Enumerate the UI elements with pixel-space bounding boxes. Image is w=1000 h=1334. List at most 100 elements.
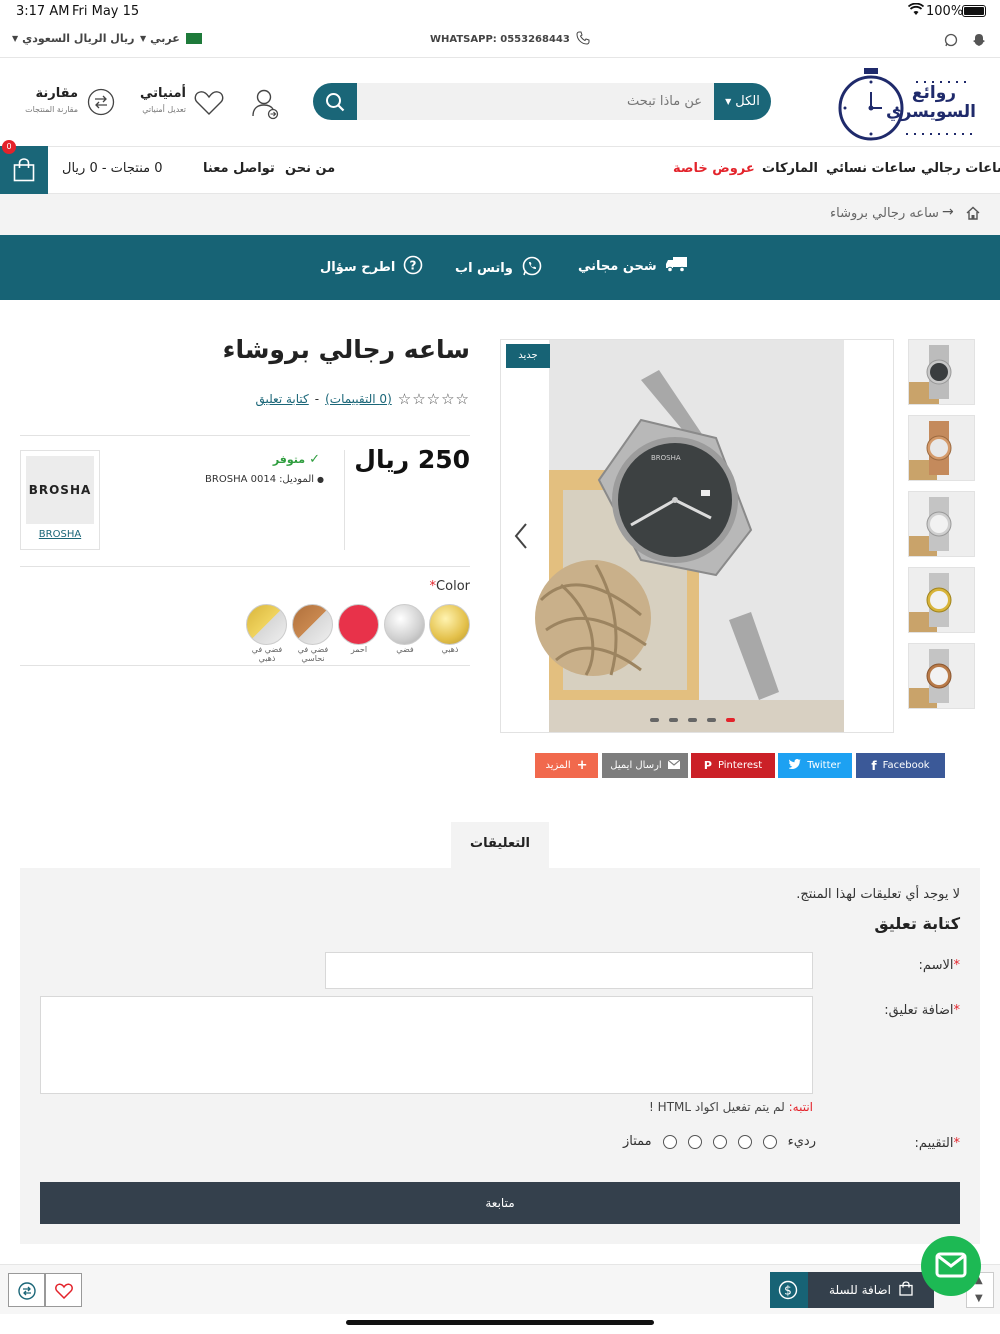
image-dots [650,718,735,722]
whatsapp-icon[interactable] [944,33,958,50]
add-to-cart-button[interactable]: $ اضافة للسلة [770,1272,934,1308]
reviews-count-link[interactable]: (0 التقييمات) [325,392,392,406]
add-to-wishlist-button[interactable] [45,1273,82,1307]
stock-label: متوفر [272,453,306,466]
rating-radio[interactable] [762,1134,777,1149]
comment-label-row: *اضافة تعليق: [820,1003,960,1018]
name-label-row: *الاسم: [860,958,960,973]
image-dot[interactable] [707,718,716,722]
cart-button[interactable]: 0 [0,140,48,194]
chat-button[interactable] [921,1236,981,1296]
product-thumbnail[interactable] [908,643,975,709]
breadcrumb-current[interactable]: ساعه رجالي بروشاء [830,206,939,221]
breadcrumb: → ساعه رجالي بروشاء [0,194,1000,235]
nav-special-offers[interactable]: عروض خاصة [673,161,755,176]
chevron-left-icon[interactable] [513,522,529,554]
svg-text:?: ? [410,259,417,273]
share-pinterest-button[interactable]: P Pinterest [691,753,775,778]
product-thumbnail[interactable] [908,491,975,557]
review-name-input[interactable] [325,952,813,989]
home-icon[interactable] [966,206,980,224]
search-category-dropdown[interactable]: ▼ الكل [714,83,771,120]
color-swatch-silver-gold[interactable]: فضي في ذهبي [246,604,289,663]
language-selector[interactable]: ▼ عربي [140,32,202,45]
nav-brands[interactable]: الماركات [762,161,818,176]
search-button[interactable] [313,83,357,120]
swatch-label: فضي في نحاسي [297,645,329,663]
brand-box[interactable]: BROSHA BROSHA [20,450,100,550]
review-comment-textarea[interactable] [40,996,813,1094]
rating-radio[interactable] [687,1134,702,1149]
product-thumbnail[interactable] [908,567,975,633]
account-icon[interactable] [252,88,280,124]
cart-summary[interactable]: 0 منتجات - 0 ريال [62,161,163,176]
battery-icon [962,5,986,17]
whatsapp-number: WHATSAPP: 0553268443 [430,34,570,45]
compare-button[interactable] [8,1273,45,1307]
add-to-cart-body: اضافة للسلة [808,1272,934,1308]
note-text: لم يتم تفعيل اكواد HTML ! [649,1100,785,1114]
image-dot[interactable] [650,718,659,722]
rating-radio[interactable] [712,1134,727,1149]
share-twitter-button[interactable]: Twitter [778,753,852,778]
wishlist-title: أمنياتي [139,86,186,101]
image-dot[interactable] [688,718,697,722]
ask-question-item[interactable]: ? اطرح سؤال [320,255,423,279]
status-time: 3:17 AM [16,4,70,19]
name-label: الاسم: [918,958,954,973]
swatch-label: فضي [396,645,414,654]
color-swatch-red[interactable]: احمر [338,604,381,654]
search-bar: ▼ الكل [313,83,771,120]
truck-icon [665,255,689,277]
rating-label: التقييم: [914,1136,954,1151]
rating-radio[interactable] [662,1134,677,1149]
product-thumbnail[interactable] [908,339,975,405]
rating-radio[interactable] [737,1134,752,1149]
whatsapp-icon [521,255,543,281]
nav-contact-us[interactable]: تواصل معنا [203,161,275,176]
share-email-button[interactable]: ارسال ايميل [602,753,688,778]
bullet-icon: ● [317,475,324,484]
color-swatch-silver-copper[interactable]: فضي في نحاسي [292,604,335,663]
whatsapp-contact[interactable]: WHATSAPP: 0553268443 [430,31,590,48]
submit-review-button[interactable]: متابعة [40,1182,960,1224]
bottom-bar: $ اضافة للسلة ▲ ▼ [0,1264,1000,1314]
wishlist-link[interactable]: أمنياتي تعديل أمنياتي [130,86,226,120]
site-logo[interactable]: روائع السويسري [836,66,976,142]
wishlist-subtitle: تعديل أمنياتي [142,105,186,114]
product-thumbnail[interactable] [908,415,975,481]
free-shipping-item[interactable]: شحن مجاني [578,255,689,277]
nav-mens-watches[interactable]: ساعات رجالي [921,161,1000,176]
breadcrumb-arrow-icon: → [942,204,954,220]
share-more-label: المزيد [545,760,571,771]
nav-about-us[interactable]: من نحن [285,161,335,176]
whatsapp-label: واتس اب [455,260,513,276]
snapchat-icon[interactable] [972,33,986,50]
brand-link[interactable]: BROSHA [21,529,99,540]
write-review-link[interactable]: كتابة تعليق [255,392,308,406]
divider [20,665,470,666]
compare-link[interactable]: مقارنة مقارنة المنتجات [14,86,118,120]
nav-womens-watches[interactable]: ساعات نسائي [826,161,916,176]
required-star: * [953,1003,961,1018]
product-title: ساعه رجالي بروشاء [222,335,470,364]
chevron-down-icon[interactable]: ▼ [975,1293,983,1304]
facebook-icon: f [871,758,877,773]
search-icon [325,92,345,116]
ask-question-label: اطرح سؤال [320,259,396,275]
compare-title: مقارنة [35,86,78,101]
search-input[interactable] [357,83,714,120]
currency-selector[interactable]: ▼ ريال الريال السعودي [12,32,134,45]
color-swatch-silver[interactable]: فضي [384,604,427,654]
color-swatch-gold[interactable]: ذهبي [429,604,472,654]
currency-label: ريال الريال السعودي [22,32,135,45]
image-dot-active[interactable] [726,718,735,722]
note-label: انتبه: [788,1100,813,1114]
rating-input: ردي‌ء ممتاز [620,1134,816,1149]
product-main-image[interactable]: BROSHA [500,339,894,733]
share-more-button[interactable]: + المزيد [535,753,598,778]
whatsapp-item[interactable]: واتس اب [455,255,543,281]
image-dot[interactable] [669,718,678,722]
share-facebook-button[interactable]: f Facebook [856,753,945,778]
tab-reviews[interactable]: التعليقات [451,822,549,870]
